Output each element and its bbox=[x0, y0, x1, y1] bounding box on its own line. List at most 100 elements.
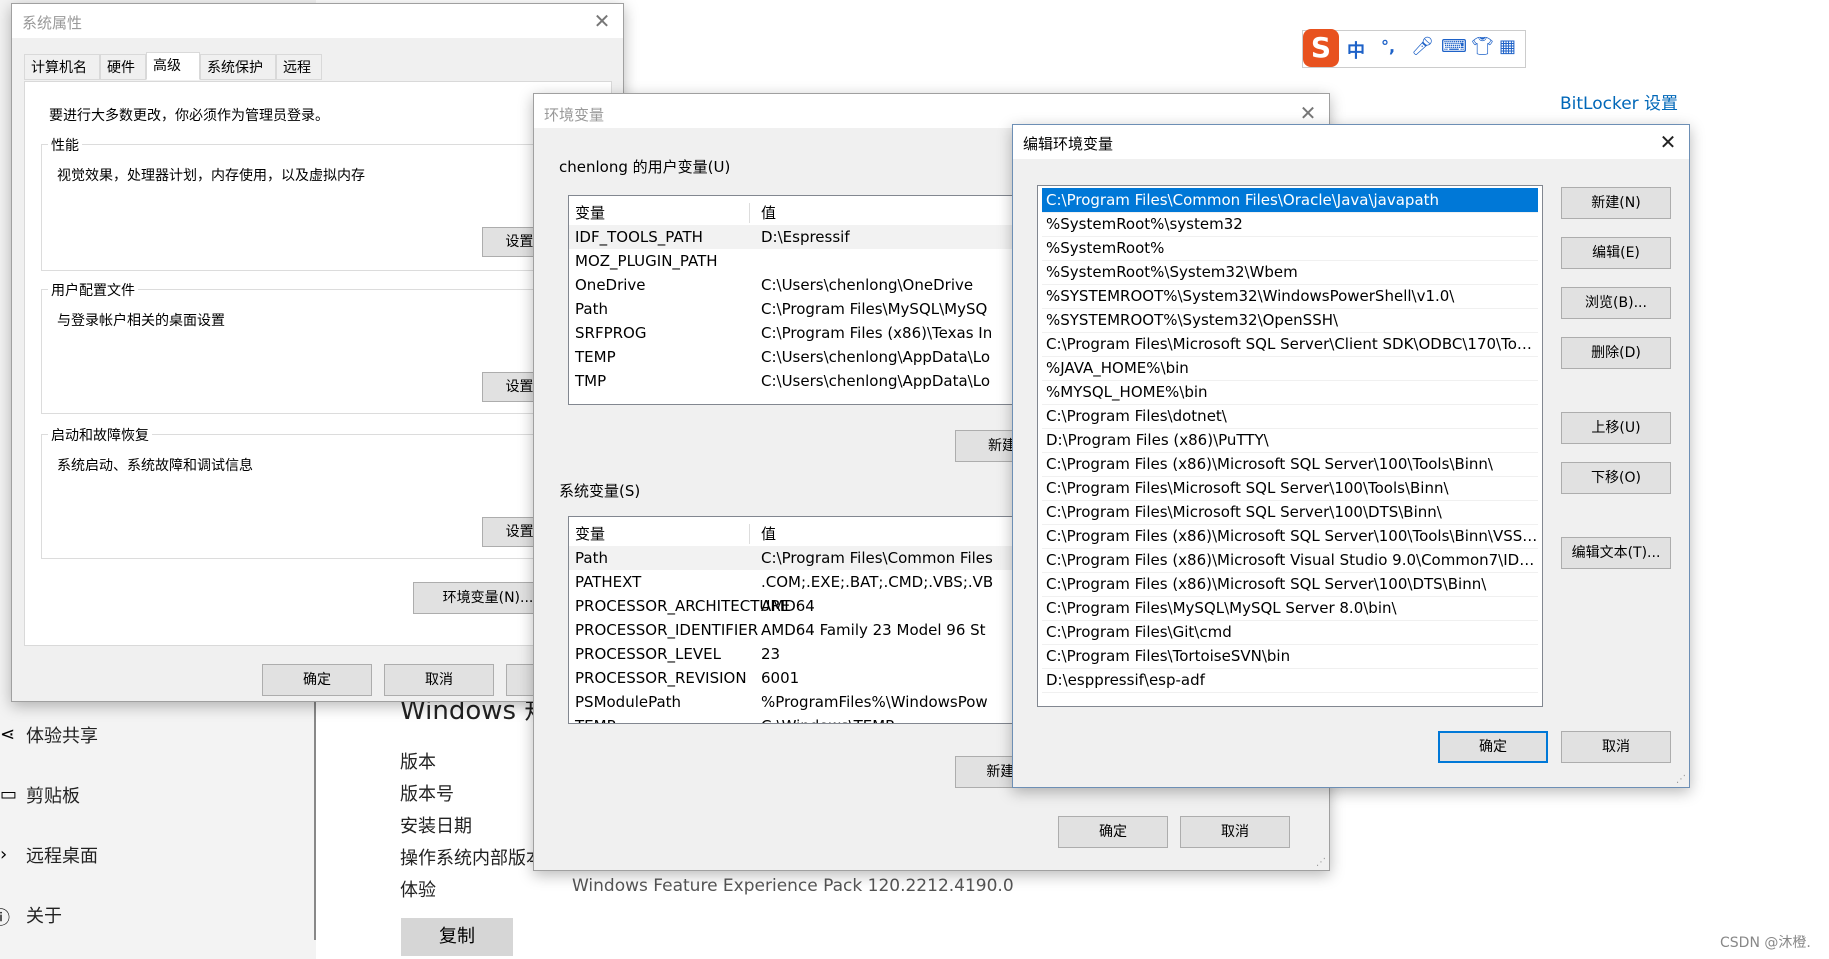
variable-name: TEMP bbox=[575, 348, 616, 366]
variable-name: TEMP bbox=[575, 714, 616, 723]
path-list[interactable]: C:\Program Files\Common Files\Oracle\Jav… bbox=[1037, 185, 1543, 707]
column-divider bbox=[749, 203, 750, 223]
variable-value: C:\Program Files\Common Files bbox=[761, 549, 993, 567]
variable-value: C:\Users\chenlong\AppData\Lo bbox=[761, 372, 990, 390]
column-header-variable[interactable]: 变量 bbox=[575, 522, 605, 546]
tab-computer-name[interactable]: 计算机名 bbox=[24, 54, 100, 80]
edit-text-button[interactable]: 编辑文本(T)... bbox=[1561, 537, 1671, 569]
list-item[interactable]: C:\Program Files\Common Files\Oracle\Jav… bbox=[1042, 188, 1538, 213]
bitlocker-link[interactable]: BitLocker 设置 bbox=[1560, 89, 1678, 114]
list-item[interactable]: C:\Program Files (x86)\Microsoft SQL Ser… bbox=[1042, 524, 1538, 549]
tab-hardware[interactable]: 硬件 bbox=[100, 54, 146, 80]
list-item[interactable]: C:\Program Files (x86)\Microsoft SQL Ser… bbox=[1042, 452, 1538, 477]
ok-button[interactable]: 确定 bbox=[1058, 816, 1168, 848]
microphone-icon[interactable]: 🎤︎ bbox=[1411, 36, 1434, 57]
list-item[interactable]: %SystemRoot% bbox=[1042, 236, 1538, 261]
list-item[interactable]: C:\Program Files\Microsoft SQL Server\10… bbox=[1042, 500, 1538, 525]
variable-name: PROCESSOR_LEVEL bbox=[575, 645, 721, 663]
edit-environment-variable-dialog: 编辑环境变量 ✕ C:\Program Files\Common Files\O… bbox=[1012, 124, 1690, 788]
variable-name: Path bbox=[575, 300, 608, 318]
variable-value: C:\Users\chenlong\OneDrive bbox=[761, 276, 974, 294]
list-item[interactable]: C:\Program Files (x86)\Microsoft Visual … bbox=[1042, 548, 1538, 573]
column-header-value[interactable]: 值 bbox=[761, 522, 776, 546]
list-item[interactable]: C:\Program Files\MySQL\MySQL Server 8.0\… bbox=[1042, 596, 1538, 621]
resize-grip-icon[interactable]: ⋰ bbox=[1676, 774, 1686, 785]
resize-grip-icon[interactable]: ⋰ bbox=[1316, 857, 1326, 868]
performance-label: 性能 bbox=[48, 135, 82, 155]
variable-value: 6001 bbox=[761, 669, 800, 687]
nav-item-share[interactable]: ⋖ 体验共享 bbox=[0, 722, 300, 752]
list-item[interactable]: C:\Program Files (x86)\Microsoft SQL Ser… bbox=[1042, 572, 1538, 597]
tab-system-protection[interactable]: 系统保护 bbox=[200, 54, 276, 80]
cancel-button[interactable]: 取消 bbox=[1180, 816, 1290, 848]
variable-value: 23 bbox=[761, 645, 781, 663]
list-item[interactable]: %SystemRoot%\system32 bbox=[1042, 212, 1538, 237]
move-down-button[interactable]: 下移(O) bbox=[1561, 462, 1671, 494]
column-header-variable[interactable]: 变量 bbox=[575, 201, 605, 225]
ime-punct-label[interactable]: °, bbox=[1381, 37, 1395, 56]
list-item[interactable]: %SYSTEMROOT%\System32\OpenSSH\ bbox=[1042, 308, 1538, 333]
ime-toolbar[interactable]: S 中 °, 🎤︎ ⌨ 👕︎ ▦ bbox=[1302, 29, 1526, 68]
user-profile-desc: 与登录帐户相关的桌面设置 bbox=[57, 313, 225, 329]
system-vars-label: 系统变量(S) bbox=[559, 482, 641, 500]
experience-value: Windows Feature Experience Pack 120.2212… bbox=[572, 876, 1014, 896]
list-item[interactable]: %SYSTEMROOT%\System32\WindowsPowerShell\… bbox=[1042, 284, 1538, 309]
delete-button[interactable]: 删除(D) bbox=[1561, 337, 1671, 369]
move-up-button[interactable]: 上移(U) bbox=[1561, 412, 1671, 444]
dialog-title: 环境变量 bbox=[544, 106, 605, 124]
variable-value: AMD64 bbox=[761, 597, 815, 615]
variable-value: D:\Espressif bbox=[761, 228, 850, 246]
edit-button[interactable]: 编辑(E) bbox=[1561, 237, 1671, 269]
performance-desc: 视觉效果，处理器计划，内存使用，以及虚拟内存 bbox=[57, 168, 365, 184]
clipboard-icon: ▭ bbox=[0, 784, 18, 805]
share-icon: ⋖ bbox=[0, 724, 16, 745]
list-item[interactable]: C:\Program Files\Microsoft SQL Server\10… bbox=[1042, 476, 1538, 501]
list-item[interactable]: C:\Program Files\TortoiseSVN\bin bbox=[1042, 644, 1538, 669]
ok-button[interactable]: 确定 bbox=[1438, 731, 1548, 763]
dialog-title: 编辑环境变量 bbox=[1023, 135, 1114, 153]
info-label-os-build: 操作系统内部版本 bbox=[400, 848, 544, 869]
info-label-edition: 版本 bbox=[400, 752, 436, 773]
nav-item-remote-desktop[interactable]: › 远程桌面 bbox=[0, 842, 300, 872]
variable-name: PATHEXT bbox=[575, 573, 642, 591]
startup-recovery-group: 启动和故障恢复 系统启动、系统故障和调试信息 设置(T)... bbox=[41, 425, 601, 559]
tab-remote[interactable]: 远程 bbox=[276, 54, 322, 80]
cancel-button[interactable]: 取消 bbox=[1561, 731, 1671, 763]
user-profile-label: 用户配置文件 bbox=[48, 280, 138, 300]
list-item[interactable]: C:\Program Files\Microsoft SQL Server\Cl… bbox=[1042, 332, 1538, 357]
user-vars-label: chenlong 的用户变量(U) bbox=[559, 158, 731, 176]
list-item[interactable]: C:\Program Files\Git\cmd bbox=[1042, 620, 1538, 645]
list-item[interactable]: D:\esppressif\esp-adf bbox=[1042, 668, 1538, 693]
close-icon[interactable]: ✕ bbox=[1295, 100, 1321, 126]
variable-value: C:\Program Files\MySQL\MySQ bbox=[761, 300, 988, 318]
browse-button[interactable]: 浏览(B)... bbox=[1561, 287, 1671, 319]
nav-item-label: 剪贴板 bbox=[26, 786, 80, 807]
nav-item-clipboard[interactable]: ▭ 剪贴板 bbox=[0, 782, 300, 812]
variable-value: AMD64 Family 23 Model 96 St bbox=[761, 621, 986, 639]
skin-icon[interactable]: 👕︎ bbox=[1471, 36, 1494, 57]
remote-icon: › bbox=[0, 844, 8, 865]
ok-button[interactable]: 确定 bbox=[262, 664, 372, 696]
close-icon[interactable]: ✕ bbox=[1655, 129, 1681, 155]
close-icon[interactable]: ✕ bbox=[589, 8, 615, 34]
keyboard-icon[interactable]: ⌨ bbox=[1441, 36, 1467, 57]
admin-note: 要进行大多数更改，你必须作为管理员登录。 bbox=[49, 108, 329, 124]
list-item[interactable]: %SystemRoot%\System32\Wbem bbox=[1042, 260, 1538, 285]
list-item[interactable]: C:\Program Files\dotnet\ bbox=[1042, 404, 1538, 429]
tab-advanced[interactable]: 高级 bbox=[146, 52, 200, 80]
cancel-button[interactable]: 取消 bbox=[384, 664, 494, 696]
new-button[interactable]: 新建(N) bbox=[1561, 187, 1671, 219]
list-item[interactable]: %MYSQL_HOME%\bin bbox=[1042, 380, 1538, 405]
nav-item-label: 远程桌面 bbox=[26, 846, 98, 867]
nav-item-about[interactable]: ⓘ 关于 bbox=[0, 902, 300, 932]
toolbox-icon[interactable]: ▦ bbox=[1499, 36, 1516, 57]
list-item[interactable]: D:\Program Files (x86)\PuTTY\ bbox=[1042, 428, 1538, 453]
variable-name: PSModulePath bbox=[575, 693, 682, 711]
copy-button[interactable]: 复制 bbox=[401, 918, 513, 956]
list-item[interactable]: %JAVA_HOME%\bin bbox=[1042, 356, 1538, 381]
ime-mode-label[interactable]: 中 bbox=[1347, 37, 1365, 63]
startup-recovery-desc: 系统启动、系统故障和调试信息 bbox=[57, 458, 253, 474]
variable-value: %ProgramFiles%\WindowsPow bbox=[761, 693, 988, 711]
column-header-value[interactable]: 值 bbox=[761, 201, 776, 225]
column-divider bbox=[749, 524, 750, 544]
